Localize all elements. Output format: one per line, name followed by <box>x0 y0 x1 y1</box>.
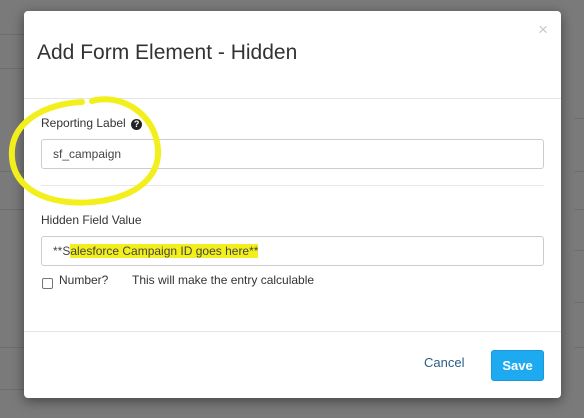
reporting-label-input[interactable]: sf_campaign <box>41 139 544 169</box>
number-checkbox-label[interactable]: Number? <box>59 273 108 287</box>
footer-divider <box>24 331 561 332</box>
section-divider <box>41 185 544 186</box>
hidden-value-prefix: **S <box>53 244 71 258</box>
reporting-label-value: sf_campaign <box>53 147 122 161</box>
number-help-text: This will make the entry calculable <box>132 273 315 287</box>
number-checkbox[interactable] <box>42 278 53 289</box>
header-divider <box>24 98 561 99</box>
question-circle-icon[interactable]: ? <box>131 119 143 130</box>
cancel-button[interactable]: Cancel <box>424 355 464 370</box>
reporting-label-text: Reporting Label <box>41 116 126 130</box>
hidden-field-value-label: Hidden Field Value <box>41 213 142 227</box>
reporting-label-heading: Reporting Label ? <box>41 116 143 130</box>
save-button[interactable]: Save <box>491 350 544 381</box>
close-icon[interactable]: × <box>538 21 548 38</box>
hidden-field-value-input[interactable]: **Salesforce Campaign ID goes here** <box>41 236 544 266</box>
modal-title: Add Form Element - Hidden <box>37 41 298 64</box>
hidden-value-highlighted: alesforce Campaign ID goes here** <box>70 244 259 258</box>
add-form-element-modal: × Add Form Element - Hidden Reporting La… <box>24 11 561 398</box>
